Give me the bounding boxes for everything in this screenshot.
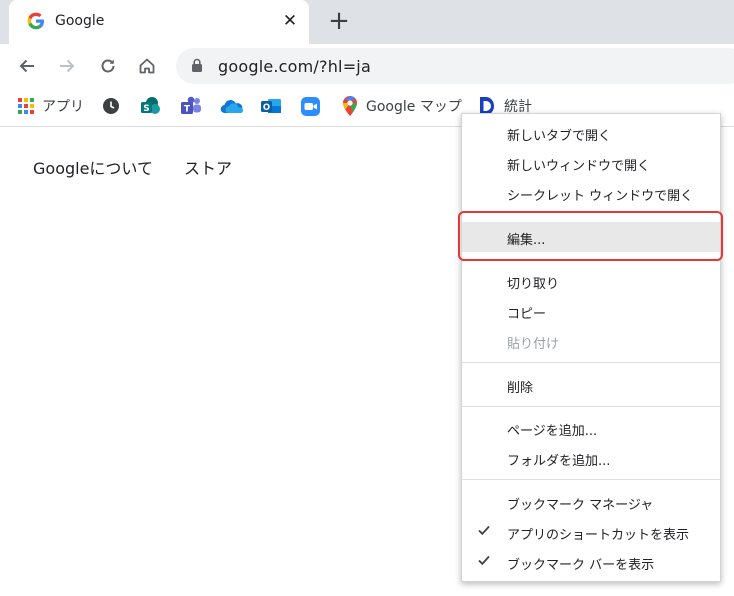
- menu-item-label: ページを追加...: [507, 424, 598, 439]
- checkmark-icon: [478, 555, 490, 566]
- svg-text:T: T: [184, 105, 191, 115]
- tab-title: Google: [55, 13, 105, 29]
- store-link[interactable]: ストア: [184, 155, 232, 179]
- google-maps-pin-icon: [343, 96, 357, 116]
- zoom-icon: [301, 96, 320, 116]
- menu-item-label: 貼り付け: [507, 337, 560, 352]
- bookmark-teams[interactable]: T: [180, 94, 202, 118]
- menu-item-label: ブックマーク マネージャ: [507, 498, 654, 513]
- tab-google[interactable]: Google ✕: [9, 0, 309, 44]
- reload-button[interactable]: [94, 52, 122, 80]
- home-button[interactable]: [133, 52, 161, 80]
- menu-item-label: シークレット ウィンドウで開く: [507, 189, 694, 204]
- address-bar[interactable]: google.com/?hl=ja: [176, 48, 734, 84]
- teams-icon: T: [181, 96, 201, 115]
- menu-paste: 貼り付け: [462, 326, 720, 356]
- menu-show-apps-shortcut[interactable]: アプリのショートカットを表示: [462, 517, 720, 547]
- reload-icon: [101, 59, 115, 73]
- bookmark-onedrive[interactable]: [220, 94, 243, 118]
- apps-grid-icon: [18, 98, 34, 114]
- menu-item-label: 切り取り: [507, 277, 560, 292]
- menu-separator: [462, 362, 720, 363]
- toolbar: google.com/?hl=ja: [0, 44, 734, 88]
- checkmark-icon: [478, 525, 490, 536]
- sharepoint-icon: S: [141, 96, 160, 114]
- menu-item-label: 新しいタブで開く: [507, 129, 612, 144]
- menu-item-label: ブックマーク バーを表示: [507, 558, 655, 573]
- tab-strip: Google ✕ +: [0, 0, 734, 44]
- forward-arrow-icon: [60, 59, 75, 73]
- bookmark-apps[interactable]: アプリ: [18, 94, 84, 118]
- bookmark-apps-label: アプリ: [42, 99, 84, 115]
- bookmark-history[interactable]: [102, 94, 120, 118]
- google-favicon-icon: [27, 12, 44, 30]
- menu-copy[interactable]: コピー: [462, 296, 720, 326]
- tab-close-icon[interactable]: ✕: [279, 10, 301, 32]
- menu-open-new-window[interactable]: 新しいウィンドウで開く: [462, 148, 720, 178]
- about-google-link[interactable]: Googleについて: [33, 155, 153, 179]
- menu-show-bookmarks-bar[interactable]: ブックマーク バーを表示: [462, 547, 720, 577]
- menu-delete[interactable]: 削除: [462, 370, 720, 400]
- outlook-icon: O: [261, 99, 281, 113]
- menu-cut[interactable]: 切り取り: [462, 266, 720, 296]
- new-tab-button[interactable]: +: [325, 8, 353, 36]
- bookmark-context-menu: 新しいタブで開く 新しいウィンドウで開く シークレット ウィンドウで開く 編集.…: [461, 113, 721, 582]
- menu-add-page[interactable]: ページを追加...: [462, 413, 720, 443]
- bookmark-outlook[interactable]: O: [260, 94, 282, 118]
- menu-open-incognito[interactable]: シークレット ウィンドウで開く: [462, 178, 720, 208]
- bookmark-google-maps-label: Google マップ: [366, 99, 462, 115]
- menu-open-new-tab[interactable]: 新しいタブで開く: [462, 118, 720, 148]
- url-text: google.com/?hl=ja: [218, 57, 371, 76]
- menu-item-label: コピー: [507, 307, 547, 322]
- menu-separator: [462, 406, 720, 407]
- bookmark-google-maps[interactable]: Google マップ: [342, 94, 462, 118]
- clock-icon: [103, 98, 119, 114]
- svg-text:S: S: [143, 104, 149, 114]
- menu-item-label: 削除: [507, 381, 534, 396]
- menu-bookmark-manager[interactable]: ブックマーク マネージャ: [462, 487, 720, 517]
- menu-item-label: アプリのショートカットを表示: [507, 528, 690, 543]
- menu-item-label: 新しいウィンドウで開く: [507, 159, 651, 174]
- svg-text:O: O: [263, 103, 270, 113]
- back-button[interactable]: [13, 52, 41, 80]
- home-icon: [139, 58, 155, 74]
- menu-separator: [462, 479, 720, 480]
- menu-item-label: フォルダを追加...: [507, 454, 611, 469]
- back-arrow-icon: [19, 59, 34, 73]
- highlight-annotation-box: [458, 211, 723, 261]
- forward-button[interactable]: [53, 52, 81, 80]
- menu-add-folder[interactable]: フォルダを追加...: [462, 443, 720, 473]
- lock-icon: [192, 58, 202, 72]
- bookmark-sharepoint[interactable]: S: [140, 94, 161, 118]
- onedrive-cloud-icon: [220, 100, 243, 114]
- bookmark-zoom[interactable]: [300, 94, 321, 118]
